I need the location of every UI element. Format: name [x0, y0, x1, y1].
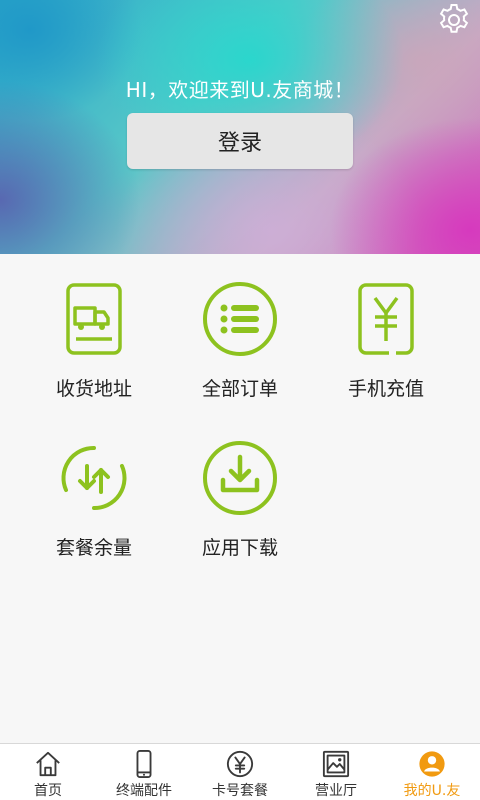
bottom-tab-bar: 首页 终端配件 卡号套餐 营业厅 我的U.友: [0, 743, 480, 800]
menu-item-label: 手机充值: [347, 378, 424, 400]
tab-label: 卡号套餐: [212, 783, 268, 799]
tab-home[interactable]: 首页: [0, 744, 96, 800]
tab-label: 终端配件: [116, 783, 172, 799]
tab-label: 营业厅: [315, 783, 357, 799]
list-icon: [203, 282, 277, 356]
menu-item-label: 应用下载: [201, 537, 278, 559]
yen-circle-icon: [226, 750, 254, 778]
phone-icon: [136, 750, 152, 778]
gear-icon: [439, 4, 469, 33]
home-icon: [36, 751, 60, 777]
menu-item-plan-balance[interactable]: 套餐余量: [21, 413, 167, 563]
tab-service-hall[interactable]: 营业厅: [288, 744, 384, 800]
menu-item-label: 全部订单: [201, 378, 278, 400]
tab-sim-plans[interactable]: 卡号套餐: [192, 744, 288, 800]
menu-item-all-orders[interactable]: 全部订单: [167, 254, 313, 404]
tab-devices-accessories[interactable]: 终端配件: [96, 744, 192, 800]
welcome-text: HI，欢迎来到U.友商城！: [125, 78, 355, 102]
login-button[interactable]: 登录: [127, 113, 353, 169]
menu-item-shipping-address[interactable]: 收货地址: [21, 254, 167, 404]
tab-my-uyou[interactable]: 我的U.友: [384, 744, 480, 800]
tab-label: 我的U.友: [403, 783, 461, 799]
truck-icon: [66, 283, 122, 355]
user-icon: [419, 751, 445, 777]
menu-item-label: 套餐余量: [55, 537, 132, 559]
picture-icon: [322, 750, 350, 778]
data-usage-icon: [61, 445, 127, 511]
menu-item-label: 收货地址: [55, 378, 132, 400]
menu-item-mobile-recharge[interactable]: 手机充值: [313, 254, 459, 404]
menu-item-app-download[interactable]: 应用下载: [167, 413, 313, 563]
profile-header: HI，欢迎来到U.友商城！ 登录: [0, 0, 480, 254]
tab-label: 首页: [34, 783, 62, 799]
settings-button[interactable]: [436, 2, 472, 38]
download-icon: [203, 441, 277, 515]
yen-icon: [358, 283, 414, 355]
